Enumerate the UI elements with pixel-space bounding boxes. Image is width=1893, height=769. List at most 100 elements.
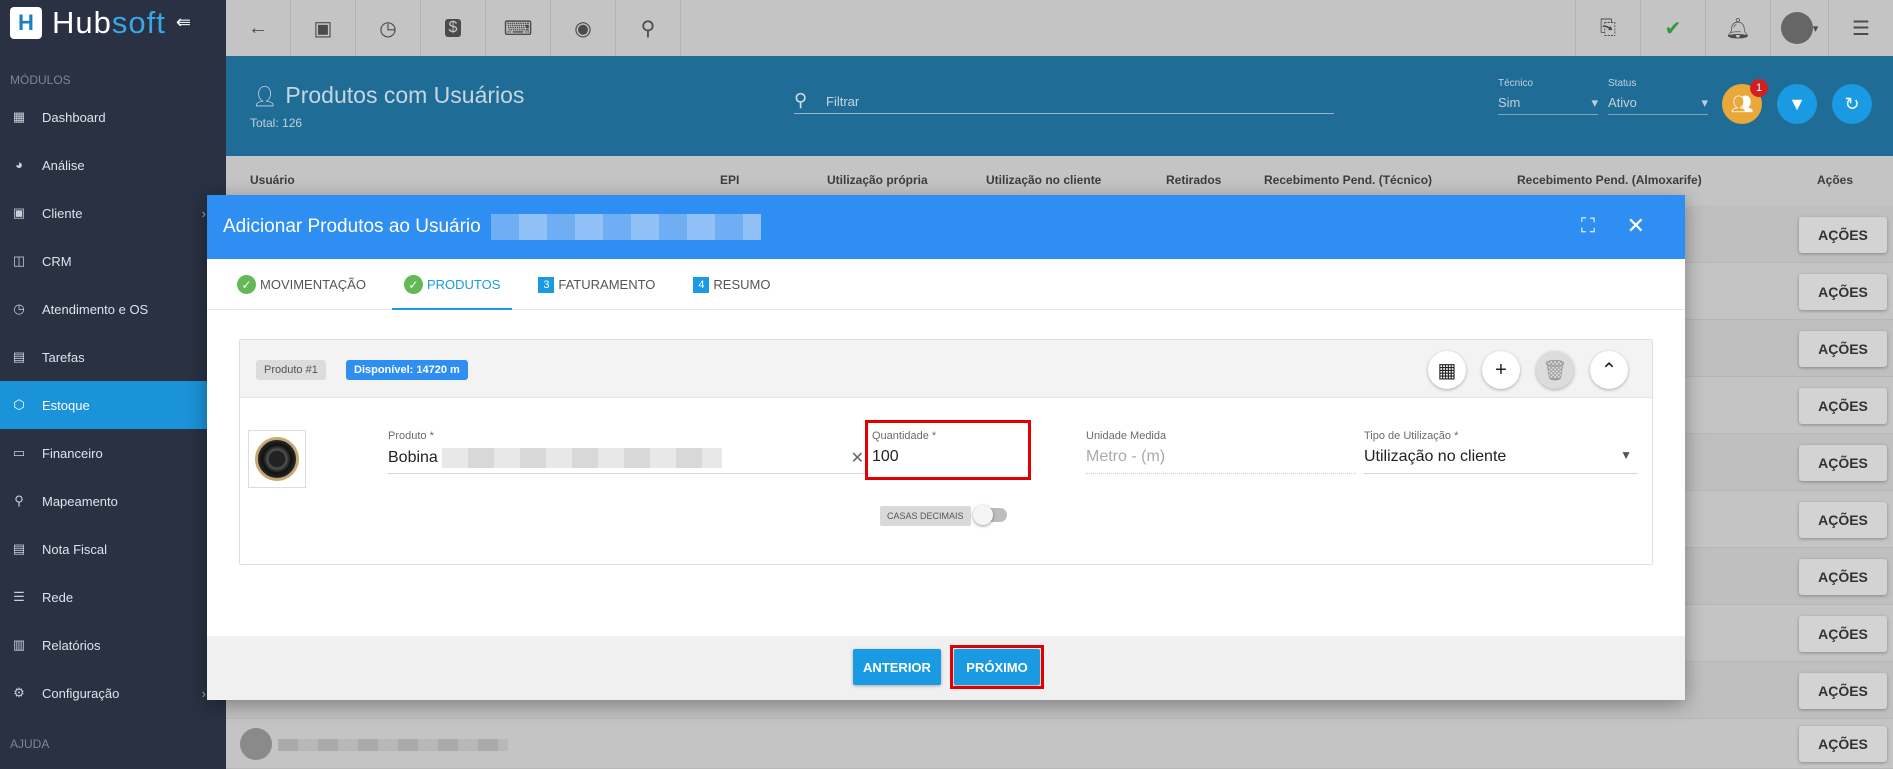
- modal-footer: ANTERIOR PRÓXIMO: [207, 636, 1685, 700]
- status-select[interactable]: Status Ativo: [1608, 78, 1708, 115]
- status-value: Ativo: [1608, 95, 1708, 115]
- tecnico-select[interactable]: Técnico Sim: [1498, 78, 1598, 115]
- tab-produtos[interactable]: ✓ PRODUTOS: [391, 259, 513, 310]
- actions-button[interactable]: AÇÕES: [1799, 274, 1887, 310]
- clear-icon[interactable]: ✕: [851, 448, 864, 468]
- proximo-highlight: [950, 645, 1044, 689]
- actions-button[interactable]: AÇÕES: [1799, 331, 1887, 367]
- wizard-tabs: ✓ MOVIMENTAÇÃO ✓ PRODUTOS 3 FATURAMENTO 4 RE…: [207, 259, 1685, 310]
- back-icon[interactable]: ←: [226, 0, 291, 56]
- sidebar-item-relatorios[interactable]: ▥ Relatórios: [0, 621, 226, 669]
- sidebar-item-estoque[interactable]: ⬡ Estoque: [0, 381, 226, 429]
- sidebar-item-financeiro[interactable]: ▭ Financeiro: [0, 429, 226, 477]
- available-badge: Disponível: 14720 m: [346, 360, 468, 380]
- tipo-utilizacao-select[interactable]: Tipo de Utilização * Utilização no clien…: [1364, 430, 1638, 474]
- sidebar-item-label: Dashboard: [42, 109, 106, 125]
- sidebar-nav: ▦ Dashboard ◕ Análise ▣ Cliente › ◫ CRM ◷ Aten…: [0, 93, 226, 717]
- actions-button[interactable]: AÇÕES: [1799, 726, 1887, 762]
- pie-chart-icon: ◕: [15, 157, 23, 172]
- sidebar-item-label: Relatórios: [42, 637, 101, 653]
- sidebar-item-configuracao[interactable]: ⚙ Configuração ›: [0, 669, 226, 717]
- table-row: AÇÕES: [226, 719, 1893, 769]
- dollar-icon[interactable]: $: [421, 0, 486, 56]
- tab-resumo[interactable]: 4 RESUMO: [681, 259, 782, 310]
- chat-check-icon[interactable]: ✔: [1640, 0, 1705, 56]
- tab-movimentacao[interactable]: ✓ MOVIMENTAÇÃO: [225, 259, 378, 310]
- avatar[interactable]: ▾: [1770, 0, 1828, 56]
- column-header: Utilização no cliente: [986, 173, 1102, 187]
- anterior-button[interactable]: ANTERIOR: [853, 649, 941, 685]
- grid-view-button[interactable]: ▦: [1428, 351, 1466, 389]
- product-card-header: Produto #1 Disponível: 14720 m ▦ + 🗑︎ ⌃: [240, 340, 1652, 398]
- step-number-icon: 4: [693, 276, 710, 293]
- filter-button[interactable]: ▼: [1777, 84, 1817, 124]
- actions-button[interactable]: AÇÕES: [1799, 217, 1887, 253]
- page-header: 👤︎ Produtos com Usuários Total: 126 ⚲ Fil…: [226, 56, 1893, 156]
- add-product-button[interactable]: +: [1482, 351, 1520, 389]
- collapse-card-button[interactable]: ⌃: [1590, 351, 1628, 389]
- calendar-clock-icon[interactable]: ◷: [356, 0, 421, 56]
- sidebar-item-mapeamento[interactable]: ⚲ Mapeamento: [0, 477, 226, 525]
- eye-icon[interactable]: ◉: [551, 0, 616, 56]
- topbar: ← ▣ ◷ $ ⌨ ◉ ⚲ ⎘ ✔ 🔔︎ ▾ ☰: [226, 0, 1893, 56]
- refresh-button[interactable]: ↻: [1832, 84, 1872, 124]
- tipo-value[interactable]: Utilização no cliente ▼: [1364, 448, 1638, 474]
- actions-button[interactable]: AÇÕES: [1799, 445, 1887, 481]
- sidebar-item-label: Análise: [42, 157, 85, 173]
- fullscreen-icon[interactable]: ⛶: [1581, 215, 1595, 238]
- actions-button[interactable]: AÇÕES: [1799, 502, 1887, 538]
- collapse-menu-icon[interactable]: ⇚: [176, 12, 191, 33]
- tab-faturamento[interactable]: 3 FATURAMENTO: [526, 259, 667, 310]
- check-circle-icon: ✓: [237, 275, 256, 294]
- logo[interactable]: H Hubsoft ⇚: [0, 0, 226, 45]
- filter-placeholder: Filtrar: [826, 94, 860, 109]
- sidebar-item-label: Configuração: [42, 685, 120, 701]
- sidebar-item-dashboard[interactable]: ▦ Dashboard: [0, 93, 226, 141]
- produto-value[interactable]: Bobina ✕: [388, 448, 866, 474]
- money-icon: ▭: [12, 445, 26, 460]
- product-chip: Produto #1: [256, 360, 326, 380]
- close-icon[interactable]: ✕: [1627, 213, 1645, 239]
- actions-button[interactable]: AÇÕES: [1799, 673, 1887, 709]
- filter-input[interactable]: ⚲ Filtrar: [794, 90, 1334, 114]
- casas-decimais-label: CASAS DECIMAIS: [880, 506, 971, 526]
- sidebar-item-label: Estoque: [42, 397, 90, 413]
- sidebar-item-nota-fiscal[interactable]: ▤ Nota Fiscal: [0, 525, 226, 573]
- sidebar-item-atendimento[interactable]: ◷ Atendimento e OS: [0, 285, 226, 333]
- sidebar-item-tarefas[interactable]: ▤ Tarefas: [0, 333, 226, 381]
- list-menu-icon[interactable]: ☰: [1828, 0, 1893, 56]
- sidebar-item-rede[interactable]: ☰ Rede: [0, 573, 226, 621]
- chevron-up-icon: ⌃: [1600, 359, 1618, 382]
- column-header: Retirados: [1166, 173, 1222, 187]
- unidade-label: Unidade Medida: [1086, 430, 1167, 442]
- board-icon: ◫: [12, 253, 26, 268]
- column-header: Recebimento Pend. (Técnico): [1264, 173, 1433, 187]
- sidebar-item-cliente[interactable]: ▣ Cliente ›: [0, 189, 226, 237]
- sidebar-item-label: Atendimento e OS: [42, 301, 149, 317]
- dashboard-icon: ▦: [12, 109, 26, 124]
- produto-field[interactable]: Produto * Bobina ✕: [388, 430, 866, 474]
- pdf-icon[interactable]: ⎘: [1575, 0, 1640, 56]
- sidebar-item-analise[interactable]: ◕ Análise: [0, 141, 226, 189]
- sidebar-item-label: Financeiro: [42, 445, 103, 461]
- check-circle-icon: ✓: [403, 275, 423, 294]
- users-group-button[interactable]: 👥︎ 1: [1722, 79, 1768, 124]
- sidebar-item-crm[interactable]: ◫ CRM: [0, 237, 226, 285]
- total-count: Total: 126: [250, 116, 303, 130]
- avatar: [240, 728, 272, 760]
- tecnico-label: Técnico: [1498, 78, 1534, 89]
- contact-card-icon[interactable]: ▣: [291, 0, 356, 56]
- actions-button[interactable]: AÇÕES: [1799, 559, 1887, 595]
- bell-icon[interactable]: 🔔︎: [1705, 0, 1770, 56]
- user-icon: 👤︎: [252, 86, 278, 108]
- product-card: Produto #1 Disponível: 14720 m ▦ + 🗑︎ ⌃ …: [239, 339, 1653, 565]
- search-icon: ⚲: [794, 90, 808, 110]
- terminal-icon[interactable]: ⌨: [486, 0, 551, 56]
- status-label: Status: [1608, 78, 1637, 89]
- actions-button[interactable]: AÇÕES: [1799, 388, 1887, 424]
- delete-product-button[interactable]: 🗑︎: [1536, 351, 1574, 389]
- actions-button[interactable]: AÇÕES: [1799, 616, 1887, 652]
- search-icon[interactable]: ⚲: [616, 0, 681, 56]
- box-icon: ⬡: [13, 397, 25, 412]
- casas-decimais-toggle[interactable]: [973, 505, 1007, 525]
